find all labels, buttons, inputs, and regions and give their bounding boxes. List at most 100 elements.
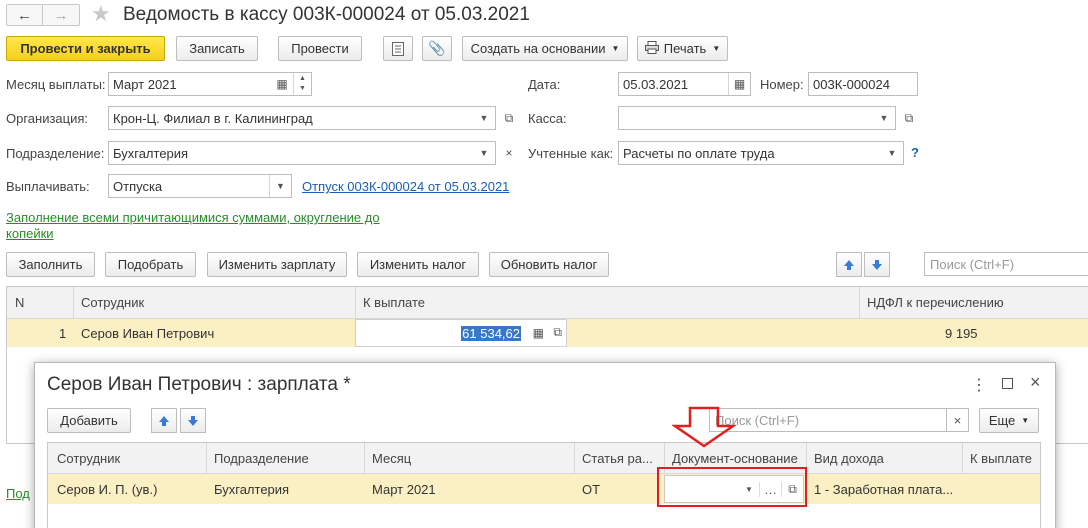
accounted-field[interactable]: Расчеты по оплате труда ▼ xyxy=(618,141,904,165)
dialog-table: Сотрудник Подразделение Месяц Статья ра.… xyxy=(47,442,1041,528)
select-button[interactable]: Подобрать xyxy=(105,252,196,277)
open-icon[interactable]: ⧉ xyxy=(553,325,562,340)
chevron-down-icon: ▼ xyxy=(712,44,721,53)
vacation-document-link[interactable]: Отпуск 003К-000024 от 05.03.2021 xyxy=(302,179,509,194)
update-tax-button[interactable]: Обновить налог xyxy=(489,252,609,277)
nav-buttons: ← → xyxy=(6,4,80,26)
row-article: ОТ xyxy=(582,482,601,497)
dept-field[interactable]: Бухгалтерия ▼ xyxy=(108,141,496,165)
dropdown-icon[interactable]: ▼ xyxy=(269,175,291,197)
month-spinner[interactable]: ▲ ▼ xyxy=(293,73,311,95)
dropdown-icon[interactable]: ▼ xyxy=(473,142,495,164)
dialog-search-input[interactable]: Поиск (Ctrl+F) xyxy=(709,408,947,432)
help-icon[interactable]: ? xyxy=(911,145,919,160)
back-icon[interactable]: ← xyxy=(7,5,44,25)
open-icon[interactable]: ⧉ xyxy=(898,106,920,130)
month-label: Месяц выплаты: xyxy=(6,77,106,92)
row-ndfl: 9 195 xyxy=(945,326,978,341)
date-label: Дата: xyxy=(528,77,561,92)
spin-down-icon[interactable]: ▼ xyxy=(299,84,306,94)
dropdown-icon[interactable]: ▼ xyxy=(473,107,495,129)
dept-label: Подразделение: xyxy=(6,146,105,161)
move-up-icon[interactable] xyxy=(836,252,862,277)
add-button[interactable]: Добавить xyxy=(47,408,131,433)
org-field[interactable]: Крон-Ц. Филиал в г. Калининград ▼ xyxy=(108,106,496,130)
open-icon[interactable]: ⧉ xyxy=(498,106,520,130)
number-label: Номер: xyxy=(760,77,804,92)
annotation-arrow xyxy=(670,406,738,451)
report-icon[interactable] xyxy=(383,36,413,61)
col-to-pay-header[interactable]: К выплате xyxy=(363,295,425,310)
col-dept-header[interactable]: Подразделение xyxy=(214,451,309,466)
kassa-field[interactable]: ▼ xyxy=(618,106,896,130)
col-n-header[interactable]: N xyxy=(15,295,24,310)
table-row[interactable]: Серов И. П. (ув.) Бухгалтерия Март 2021 … xyxy=(48,474,1040,504)
salary-dialog: Серов Иван Петрович : зарплата * ⋮ × Доб… xyxy=(34,362,1056,528)
table-row[interactable]: 1 Серов Иван Петрович 61 534,62 ▦ ⧉ 9 19… xyxy=(7,319,1088,347)
dialog-title: Серов Иван Петрович : зарплата * xyxy=(47,374,351,395)
dropdown-icon[interactable]: ▼ xyxy=(873,107,895,129)
dropdown-icon[interactable]: ▼ xyxy=(881,142,903,164)
chevron-down-icon: ▼ xyxy=(611,44,620,53)
row-n: 1 xyxy=(59,326,67,341)
col-article-header[interactable]: Статья ра... xyxy=(582,451,653,466)
col-employee-header[interactable]: Сотрудник xyxy=(81,295,144,310)
col-employee-header[interactable]: Сотрудник xyxy=(57,451,120,466)
print-button[interactable]: Печать ▼ xyxy=(637,36,728,61)
maximize-icon[interactable] xyxy=(1002,378,1013,389)
forward-icon[interactable]: → xyxy=(43,5,79,25)
favorite-star-icon[interactable]: ★ xyxy=(91,1,111,27)
dialog-table-header xyxy=(48,443,1040,474)
kassa-label: Касса: xyxy=(528,111,567,126)
row-dept: Бухгалтерия xyxy=(214,482,290,497)
number-field[interactable]: 003К-000024 xyxy=(808,72,918,96)
search-clear-icon[interactable]: × xyxy=(947,408,969,432)
col-income-type-header[interactable]: Вид дохода xyxy=(814,451,884,466)
col-month-header[interactable]: Месяц xyxy=(372,451,411,466)
create-based-on-button[interactable]: Создать на основании ▼ xyxy=(462,36,628,61)
close-icon[interactable]: × xyxy=(1030,372,1041,393)
window-title: Ведомость в кассу 003К-000024 от 05.03.2… xyxy=(123,4,530,25)
number-value: 003К-000024 xyxy=(813,76,890,92)
date-field[interactable]: 05.03.2021 ▦ xyxy=(618,72,751,96)
pay-field[interactable]: Отпуска ▼ xyxy=(108,174,292,198)
col-doc-basis-header[interactable]: Документ-основание xyxy=(672,451,798,466)
save-button[interactable]: Записать xyxy=(176,36,258,61)
chevron-down-icon: ▼ xyxy=(1021,416,1030,425)
row-to-pay[interactable]: 61 534,62 xyxy=(461,326,521,341)
move-down-icon[interactable] xyxy=(864,252,890,277)
month-field[interactable]: Март 2021 ▦ ▲ ▼ xyxy=(108,72,312,96)
attachment-icon[interactable]: 📎 xyxy=(422,36,452,61)
move-down-icon[interactable] xyxy=(180,408,206,433)
row-employee: Серов И. П. (ув.) xyxy=(57,482,158,497)
row-month: Март 2021 xyxy=(372,482,436,497)
fill-all-amounts-link[interactable]: Заполнение всеми причитающимися суммами,… xyxy=(6,210,391,242)
org-value: Крон-Ц. Филиал в г. Калининград xyxy=(113,110,313,126)
post-and-close-button[interactable]: Провести и закрыть xyxy=(6,36,165,61)
dept-value: Бухгалтерия xyxy=(113,145,189,161)
pay-label: Выплачивать: xyxy=(6,179,90,194)
change-salary-button[interactable]: Изменить зарплату xyxy=(207,252,347,277)
change-tax-button[interactable]: Изменить налог xyxy=(357,252,479,277)
calendar-icon[interactable]: ▦ xyxy=(271,73,293,95)
accounted-value: Расчеты по оплате труда xyxy=(623,145,775,161)
bottom-left-link[interactable]: Под xyxy=(6,486,30,501)
col-ndfl-header[interactable]: НДФЛ к перечислению xyxy=(867,295,1004,310)
to-pay-editor[interactable]: 61 534,62 ▦ ⧉ xyxy=(355,319,567,347)
table-search-input[interactable]: Поиск (Ctrl+F) xyxy=(924,252,1088,276)
col-to-pay-header[interactable]: К выплате xyxy=(970,451,1032,466)
move-up-icon[interactable] xyxy=(151,408,177,433)
calculator-icon[interactable]: ▦ xyxy=(533,326,544,340)
more-label: Еще xyxy=(988,413,1016,428)
more-menu-icon[interactable]: ⋮ xyxy=(971,375,987,395)
spin-up-icon[interactable]: ▲ xyxy=(299,74,306,84)
more-button[interactable]: Еще ▼ xyxy=(979,408,1039,433)
printer-icon xyxy=(644,40,659,57)
post-button[interactable]: Провести xyxy=(278,36,362,61)
print-label: Печать xyxy=(663,41,707,56)
calendar-icon[interactable]: ▦ xyxy=(728,73,750,95)
fill-button[interactable]: Заполнить xyxy=(6,252,95,277)
create-based-on-label: Создать на основании xyxy=(470,41,606,56)
clear-icon[interactable]: × xyxy=(498,141,520,165)
annotation-highlight-box xyxy=(657,467,807,507)
